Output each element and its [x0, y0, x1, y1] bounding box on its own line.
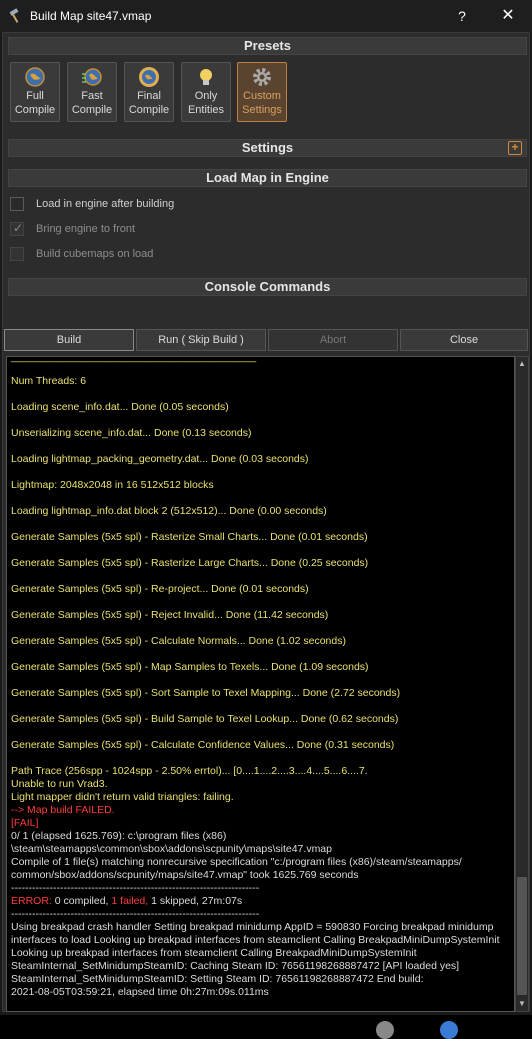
settings-title: Settings	[241, 140, 294, 155]
console-line: Num Threads: 6	[11, 375, 87, 387]
taskbar	[0, 1015, 532, 1039]
console-line: Using breakpad crash handler Setting bre…	[11, 921, 494, 933]
taskbar-app-icon[interactable]	[376, 1021, 394, 1039]
console-line: \steam\steamapps\common\sbox\addons\scpu…	[11, 843, 332, 855]
help-button[interactable]: ?	[452, 6, 472, 26]
console-line: Generate Samples (5x5 spl) - Reject Inva…	[11, 609, 329, 621]
console-line: Looking up breakpad interfaces from stea…	[11, 947, 417, 959]
option-build-cubemaps: Build cubemaps on load	[10, 245, 153, 263]
scroll-thumb[interactable]	[517, 877, 527, 995]
load-map-header: Load Map in Engine	[8, 169, 527, 187]
console-line-partial: ________________________________________…	[11, 356, 257, 363]
close-window-button[interactable]: ✕	[494, 4, 522, 28]
title-bar: Build Map site47.vmap ? ✕	[0, 0, 532, 32]
console-line: Lightmap: 2048x2048 in 16 512x512 blocks	[11, 479, 214, 491]
console-line: 2021-08-05T03:59:21, elapsed time 0h:27m…	[11, 986, 269, 998]
settings-header[interactable]: Settings +	[8, 139, 527, 157]
preset-custom-settings[interactable]: Custom Settings	[237, 62, 287, 122]
console-line: Path Trace (256spp - 1024spp - 2.50% err…	[11, 765, 368, 777]
console-commands-header: Console Commands	[8, 278, 527, 296]
console-error-summary: ERROR: 0 compiled, 1 failed, 1 skipped, …	[11, 895, 243, 907]
preset-only-entities[interactable]: Only Entities	[181, 62, 231, 122]
console-line: Generate Samples (5x5 spl) - Rasterize L…	[11, 557, 369, 569]
run-skip-build-button[interactable]: Run ( Skip Build )	[136, 329, 266, 351]
console-line: Light mapper didn't return valid triangl…	[11, 791, 234, 803]
abort-button: Abort	[268, 329, 398, 351]
bring-engine-front-checkbox: ✓	[10, 221, 24, 236]
globe-icon	[25, 67, 45, 87]
console-line: Unable to run Vrad3.	[11, 778, 108, 790]
hammer-icon	[9, 8, 19, 23]
console-line: interfaces to load Looking up breakpad i…	[11, 934, 500, 946]
scroll-down-icon[interactable]: ▼	[516, 997, 528, 1011]
close-button[interactable]: Close	[400, 329, 528, 351]
checkmark-icon: ✓	[13, 221, 24, 235]
console-scrollbar[interactable]: ▲ ▼	[515, 356, 529, 1012]
option-bring-engine-front: ✓ Bring engine to front	[10, 220, 135, 238]
console-line: Generate Samples (5x5 spl) - Map Samples…	[11, 661, 369, 673]
presets-header: Presets	[8, 37, 527, 55]
console-line: SteamInternal_SetMinidumpSteamID: Cachin…	[11, 960, 460, 972]
gear-icon	[253, 68, 271, 86]
scroll-up-icon[interactable]: ▲	[516, 357, 528, 371]
preset-fast-compile[interactable]: Fast Compile	[67, 62, 117, 122]
load-in-engine-checkbox[interactable]	[10, 197, 24, 211]
console-line: Generate Samples (5x5 spl) - Build Sampl…	[11, 713, 399, 725]
console-line: Generate Samples (5x5 spl) - Calculate N…	[11, 635, 346, 647]
lightbulb-icon	[200, 69, 212, 85]
console-line: 0/ 1 (elapsed 1625.769): c:\program file…	[11, 830, 227, 842]
console-line: Loading lightmap_packing_geometry.dat...…	[11, 453, 309, 465]
console-line: Loading lightmap_info.dat block 2 (512x5…	[11, 505, 327, 517]
preset-final-compile[interactable]: Final Compile	[124, 62, 174, 122]
settings-expand-button[interactable]: +	[508, 141, 522, 155]
console-line: SteamInternal_SetMinidumpSteamID: Settin…	[11, 973, 424, 985]
option-load-in-engine[interactable]: Load in engine after building	[10, 195, 174, 213]
build-cubemaps-checkbox	[10, 247, 24, 261]
console-line-error: --> Map build FAILED.	[11, 804, 115, 816]
console-line: Loading scene_info.dat... Done (0.05 sec…	[11, 401, 229, 413]
console-separator: ----------------------------------------…	[11, 908, 260, 920]
console-line: Generate Samples (5x5 spl) - Re-project.…	[11, 583, 309, 595]
build-button[interactable]: Build	[4, 329, 134, 351]
window-title: Build Map site47.vmap	[30, 9, 152, 23]
console-line: Unserializing scene_info.dat... Done (0.…	[11, 427, 252, 439]
console-line: Generate Samples (5x5 spl) - Rasterize S…	[11, 531, 368, 543]
build-map-panel: Presets Full Compile Fast Compile Final …	[2, 32, 530, 1012]
preset-full-compile[interactable]: Full Compile	[10, 62, 60, 122]
globe-fast-icon	[82, 68, 102, 86]
console-line: Generate Samples (5x5 spl) - Calculate C…	[11, 739, 395, 751]
console-output[interactable]: ________________________________________…	[6, 356, 515, 1012]
console-line: Compile of 1 file(s) matching nonrecursi…	[11, 856, 462, 868]
globe-final-icon	[139, 67, 159, 87]
console-line: common/sbox/addons/scpunity/maps/site47.…	[11, 869, 359, 881]
console-line-error: [FAIL]	[11, 817, 39, 829]
taskbar-app-icon[interactable]	[440, 1021, 458, 1039]
console-line: Generate Samples (5x5 spl) - Sort Sample…	[11, 687, 401, 699]
console-separator: ----------------------------------------…	[11, 882, 260, 894]
